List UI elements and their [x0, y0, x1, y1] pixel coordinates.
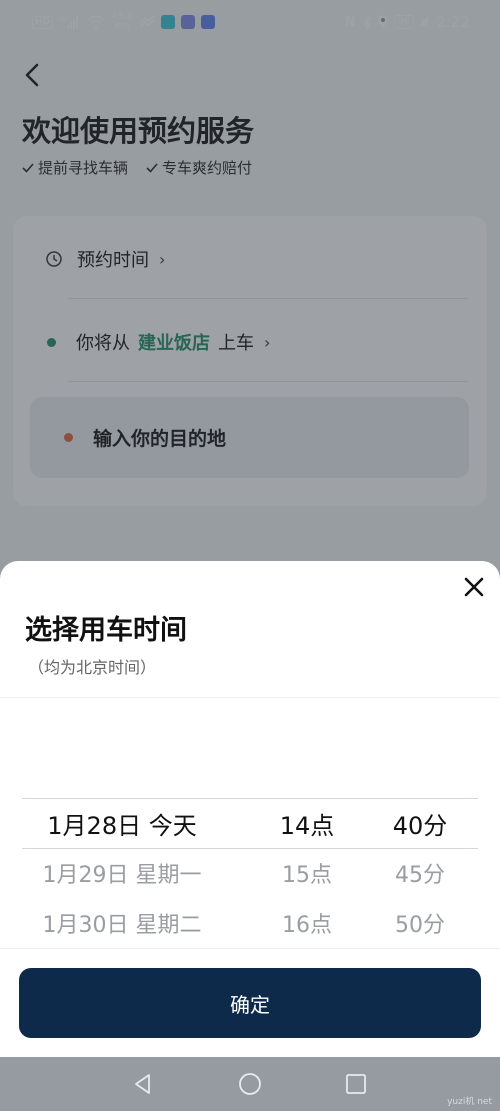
hour-option[interactable]: 16点	[242, 898, 372, 948]
sheet-title: 选择用车时间	[25, 615, 187, 646]
divider	[0, 948, 500, 949]
nav-recent-button[interactable]	[341, 1069, 371, 1099]
time-picker[interactable]: 1月28日 今天 1月29日 星期一 1月30日 星期二 14点 15点 16点…	[22, 798, 478, 948]
close-icon	[464, 577, 484, 597]
watermark: yuzi机 net	[447, 1097, 492, 1107]
hour-column[interactable]: 14点 15点 16点	[242, 798, 372, 948]
date-column[interactable]: 1月28日 今天 1月29日 星期一 1月30日 星期二	[22, 798, 222, 948]
date-option[interactable]: 1月28日 今天	[22, 798, 222, 848]
circle-home-icon	[239, 1073, 261, 1095]
hour-option[interactable]: 15点	[242, 848, 372, 898]
minute-option[interactable]: 40分	[362, 798, 478, 848]
nav-home-button[interactable]	[235, 1069, 265, 1099]
system-nav-bar: yuzi机 net	[0, 1057, 500, 1111]
triangle-back-icon	[135, 1074, 150, 1094]
sheet-subtitle: （均为北京时间）	[28, 658, 157, 677]
minute-option[interactable]: 45分	[362, 848, 478, 898]
close-button[interactable]	[460, 573, 488, 601]
hour-option[interactable]: 14点	[242, 798, 372, 848]
minute-option[interactable]: 50分	[362, 898, 478, 948]
minute-column[interactable]: 40分 45分 50分	[362, 798, 478, 948]
date-option[interactable]: 1月30日 星期二	[22, 898, 222, 948]
nav-back-button[interactable]	[128, 1069, 158, 1099]
date-option[interactable]: 1月29日 星期一	[22, 848, 222, 898]
divider	[0, 697, 500, 698]
time-picker-sheet: 选择用车时间 （均为北京时间） 1月28日 今天 1月29日 星期一 1月30日…	[0, 561, 500, 1057]
confirm-button[interactable]: 确定	[19, 968, 481, 1038]
square-recent-icon	[346, 1074, 366, 1094]
